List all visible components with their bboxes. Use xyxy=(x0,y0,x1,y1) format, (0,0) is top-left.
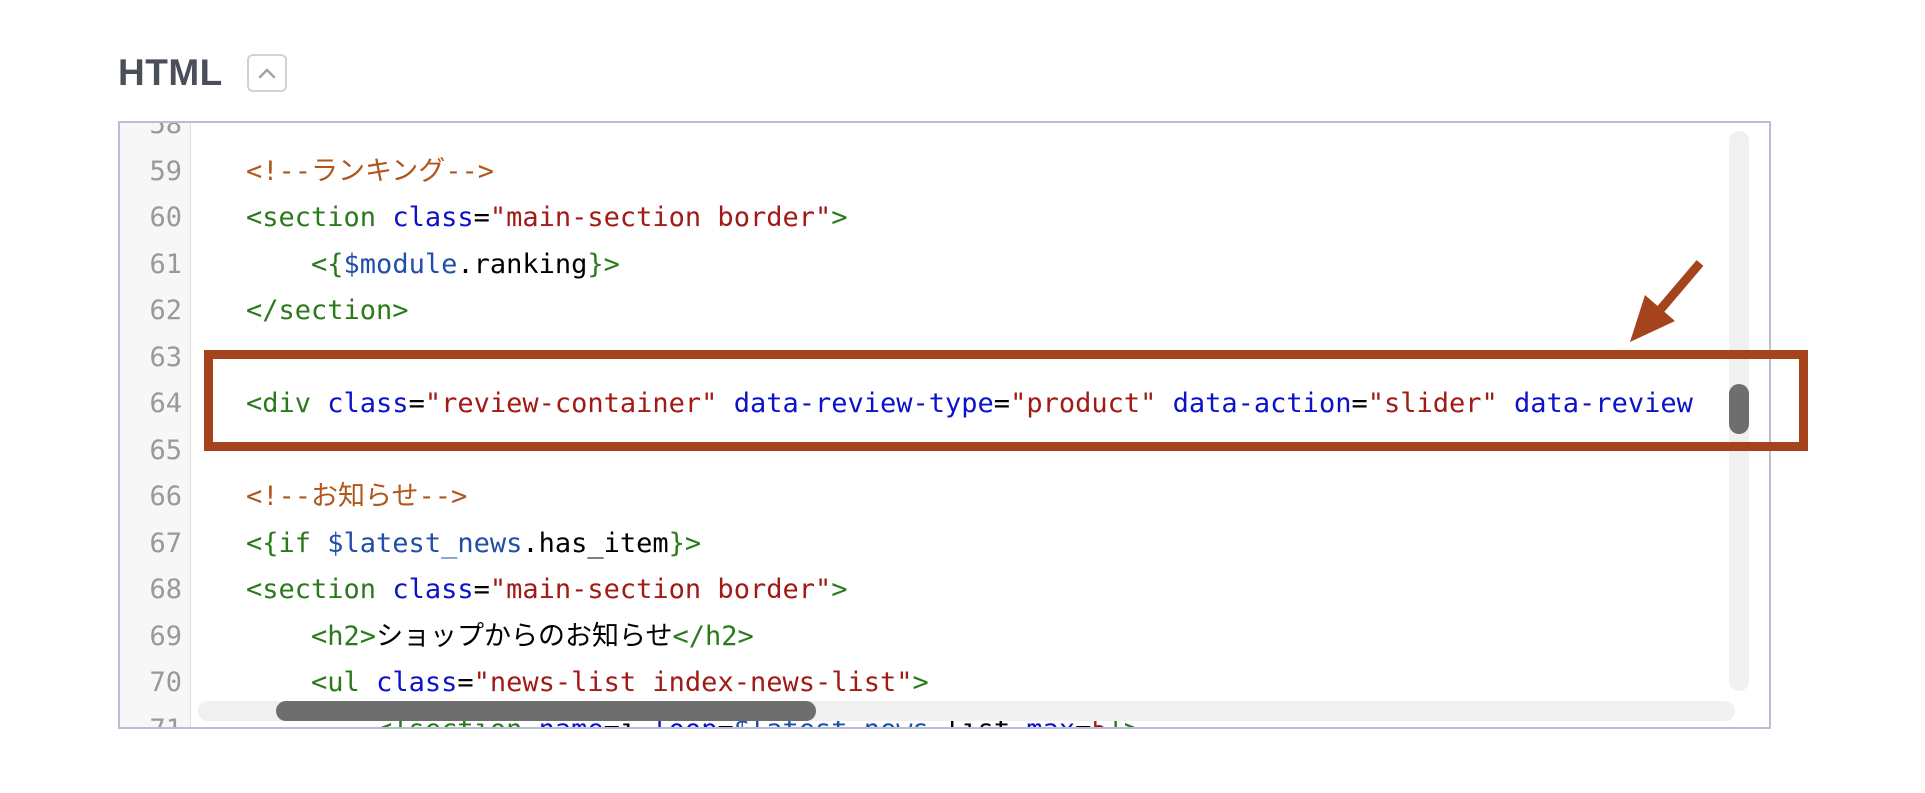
code-token: = xyxy=(457,667,474,698)
code-token: }> xyxy=(668,527,702,559)
code-line: 68 <section class="main-section border"> xyxy=(120,567,1769,614)
code-content[interactable]: <h2>ショップからのお知らせ</h2> xyxy=(246,614,754,661)
code-token: $latest_news xyxy=(327,527,523,559)
code-line: 60 <section class="main-section border"> xyxy=(120,195,1769,242)
code-token: <!--お知らせ--> xyxy=(246,481,468,512)
code-content[interactable]: <{$module.ranking}> xyxy=(246,242,620,289)
code-token: "main-section border" xyxy=(489,202,832,233)
code-token: class xyxy=(392,574,474,605)
code-token: = xyxy=(473,202,490,233)
code-line: 67 <{if $latest_news.has_item}> xyxy=(120,521,1769,568)
code-token: > xyxy=(831,574,848,605)
line-number: 61 xyxy=(149,248,182,280)
code-content[interactable]: <{if $latest_news.has_item}> xyxy=(246,521,701,568)
code-token: </section> xyxy=(246,295,409,326)
code-line: 70 <ul class="news-list index-news-list"… xyxy=(120,660,1769,707)
line-number: 71 xyxy=(149,713,182,729)
line-number: 65 xyxy=(149,434,182,466)
line-number: 58 xyxy=(149,121,182,140)
section-title: HTML xyxy=(118,52,223,93)
code-token: }> xyxy=(587,248,620,280)
code-token: "main-section border" xyxy=(489,574,832,605)
code-token: <h2> xyxy=(311,620,377,652)
line-number: 67 xyxy=(149,527,182,559)
line-number: 63 xyxy=(149,341,182,373)
code-token: .has_item xyxy=(522,527,669,559)
code-token: "news-list index-news-list" xyxy=(473,667,913,698)
line-number: 68 xyxy=(149,574,182,605)
line-number: 64 xyxy=(149,388,182,419)
code-token: <{ xyxy=(311,248,344,280)
code-line: 62 </section> xyxy=(120,288,1769,335)
code-token: </h2> xyxy=(672,620,754,652)
line-number: 60 xyxy=(149,202,182,233)
code-token: <section xyxy=(246,202,393,233)
horizontal-scrollbar[interactable] xyxy=(198,701,1735,721)
line-number: 70 xyxy=(149,667,182,698)
code-line: 66 <!--お知らせ--> xyxy=(120,474,1769,521)
code-token: $module xyxy=(343,248,458,280)
line-number: 69 xyxy=(149,620,182,652)
code-token: .ranking xyxy=(457,248,588,280)
code-token: = xyxy=(473,574,490,605)
code-content[interactable]: <!--ランキング--> xyxy=(246,149,494,196)
code-content[interactable]: <section class="main-section border"> xyxy=(246,567,848,614)
section-header: HTML xyxy=(118,52,287,94)
collapse-button[interactable] xyxy=(246,54,287,92)
code-token: > xyxy=(912,667,929,698)
arrow-down-left-icon xyxy=(1630,260,1704,342)
line-number: 62 xyxy=(149,295,182,326)
code-token: class xyxy=(376,667,458,698)
line-number: 59 xyxy=(149,155,182,187)
code-content[interactable]: <ul class="news-list index-news-list"> xyxy=(246,660,929,707)
code-token: > xyxy=(831,202,848,233)
horizontal-scrollbar-thumb[interactable] xyxy=(276,701,816,721)
code-token: <ul xyxy=(311,667,377,698)
code-line: 59 <!--ランキング--> xyxy=(120,149,1769,196)
code-content[interactable]: <!--お知らせ--> xyxy=(246,474,467,521)
code-token: <{if xyxy=(246,527,328,559)
code-content[interactable]: </section> xyxy=(246,288,409,335)
code-line: 69 <h2>ショップからのお知らせ</h2> xyxy=(120,614,1769,661)
code-token: <section xyxy=(246,574,393,605)
code-line: 61 <{$module.ranking}> xyxy=(120,242,1769,289)
code-token: <!--ランキング--> xyxy=(246,155,494,187)
code-line: 58 xyxy=(120,121,1769,149)
code-token: ショップからのお知らせ xyxy=(376,620,673,652)
chevron-up-icon xyxy=(258,68,275,79)
code-content[interactable]: <section class="main-section border"> xyxy=(246,195,848,242)
line-number: 66 xyxy=(149,481,182,512)
highlight-annotation-box xyxy=(204,350,1808,451)
code-token: class xyxy=(392,202,474,233)
